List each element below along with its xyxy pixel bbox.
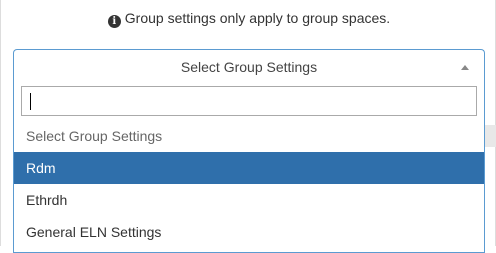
- option-rdm[interactable]: Rdm: [14, 152, 484, 184]
- option-general-eln-settings[interactable]: General ELN Settings: [14, 216, 484, 248]
- select-dropdown: Select Group Settings Rdm Ethrdh General…: [13, 83, 485, 253]
- dropdown-search-box[interactable]: [21, 86, 477, 116]
- text-cursor: [30, 93, 31, 110]
- info-circle-icon: i: [107, 15, 121, 28]
- dropdown-search-input[interactable]: [22, 87, 476, 115]
- caret-up-icon[interactable]: [461, 65, 469, 70]
- select-current-value: Select Group Settings: [180, 59, 318, 75]
- option-list: Select Group Settings Rdm Ethrdh General…: [14, 120, 484, 248]
- option-select-group-settings[interactable]: Select Group Settings: [14, 120, 484, 152]
- option-ethrdh[interactable]: Ethrdh: [14, 184, 484, 216]
- group-settings-select[interactable]: Select Group Settings: [13, 49, 485, 83]
- group-settings-panel: i Group settings only apply to group spac…: [0, 0, 496, 253]
- group-settings-notice: i Group settings only apply to group spac…: [1, 8, 496, 28]
- notice-text: Group settings only apply to group space…: [124, 10, 391, 26]
